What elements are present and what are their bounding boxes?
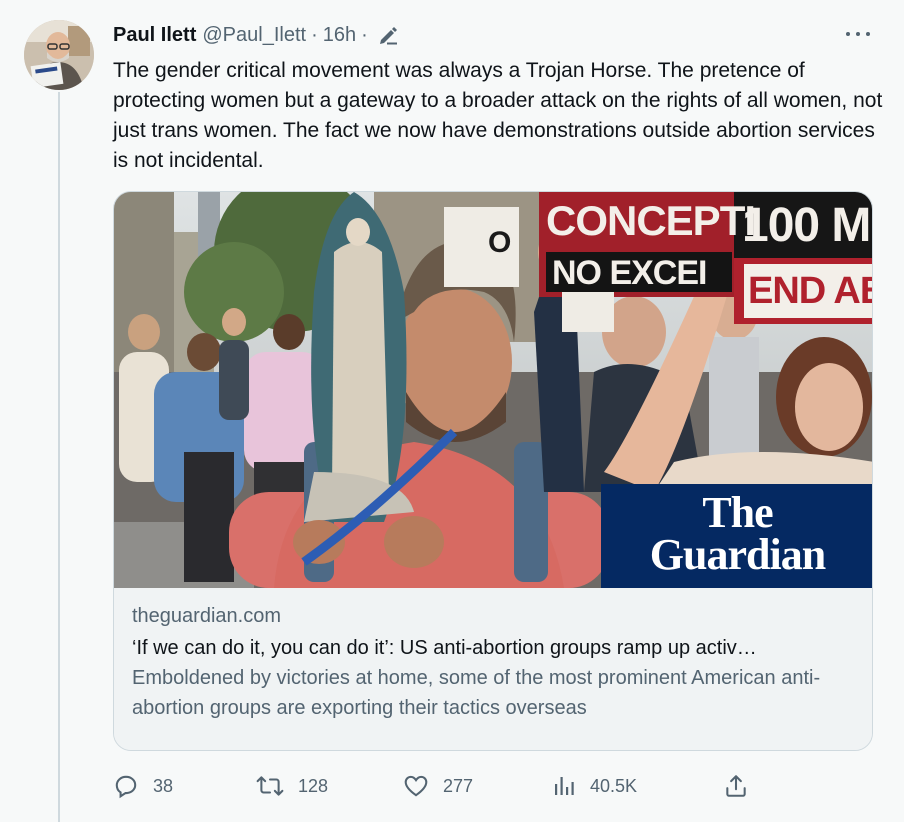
- card-domain: theguardian.com: [132, 605, 281, 627]
- guardian-logo-line2: Guardian: [649, 530, 826, 579]
- views-count: 40.5K: [590, 775, 638, 796]
- reply-button[interactable]: 38: [113, 770, 173, 802]
- tweet-timestamp[interactable]: 16h: [323, 24, 356, 47]
- more-options-icon[interactable]: [846, 24, 870, 44]
- sign-text-end-abortion: END AB: [748, 270, 873, 312]
- separator-dot: ·: [361, 23, 368, 46]
- sign-text-concept: CONCEPTI: [546, 197, 756, 244]
- avatar-photo-icon: [24, 20, 94, 90]
- card-title[interactable]: ‘If we can do it, you can do it’: US ant…: [132, 633, 854, 663]
- guardian-logo-line1: The: [702, 488, 773, 537]
- retweet-button[interactable]: 128: [256, 770, 328, 802]
- tweet-actions: 38 128 277 40.5K: [113, 770, 753, 802]
- separator-dot: ·: [311, 23, 318, 46]
- retweet-count: 128: [298, 775, 329, 796]
- link-card[interactable]: CONCEPTI NO EXCEI 100 M END AB O The Gua…: [113, 191, 873, 751]
- sign-text-100m: 100 M: [742, 199, 871, 252]
- heart-icon: [404, 775, 428, 797]
- edited-pencil-icon[interactable]: [377, 24, 399, 46]
- author-handle[interactable]: @Paul_Ilett: [202, 24, 306, 47]
- avatar[interactable]: [24, 20, 94, 90]
- sign-text-small: O: [488, 226, 511, 259]
- reply-count: 38: [153, 775, 174, 796]
- author-display-name[interactable]: Paul Ilett: [113, 24, 196, 47]
- share-icon: [726, 775, 746, 797]
- views-chart-icon: [555, 777, 574, 795]
- reply-icon: [115, 775, 137, 799]
- card-description: Emboldened by victories at home, some of…: [132, 667, 821, 719]
- tweet-text: The gender critical movement was always …: [113, 59, 883, 172]
- views-button[interactable]: 40.5K: [552, 770, 637, 802]
- guardian-logo: The Guardian: [601, 484, 872, 588]
- thread-line: [58, 92, 60, 822]
- share-button[interactable]: [723, 770, 749, 802]
- like-count: 277: [443, 775, 474, 796]
- tweet-header: Paul Ilett @Paul_Ilett · 16h ·: [113, 22, 399, 48]
- like-button[interactable]: 277: [403, 770, 473, 802]
- retweet-icon: [256, 776, 284, 796]
- sign-text-no-exception: NO EXCEI: [552, 254, 707, 292]
- card-body[interactable]: theguardian.com ‘If we can do it, you ca…: [114, 588, 872, 750]
- card-image[interactable]: CONCEPTI NO EXCEI 100 M END AB O The Gua…: [114, 192, 873, 588]
